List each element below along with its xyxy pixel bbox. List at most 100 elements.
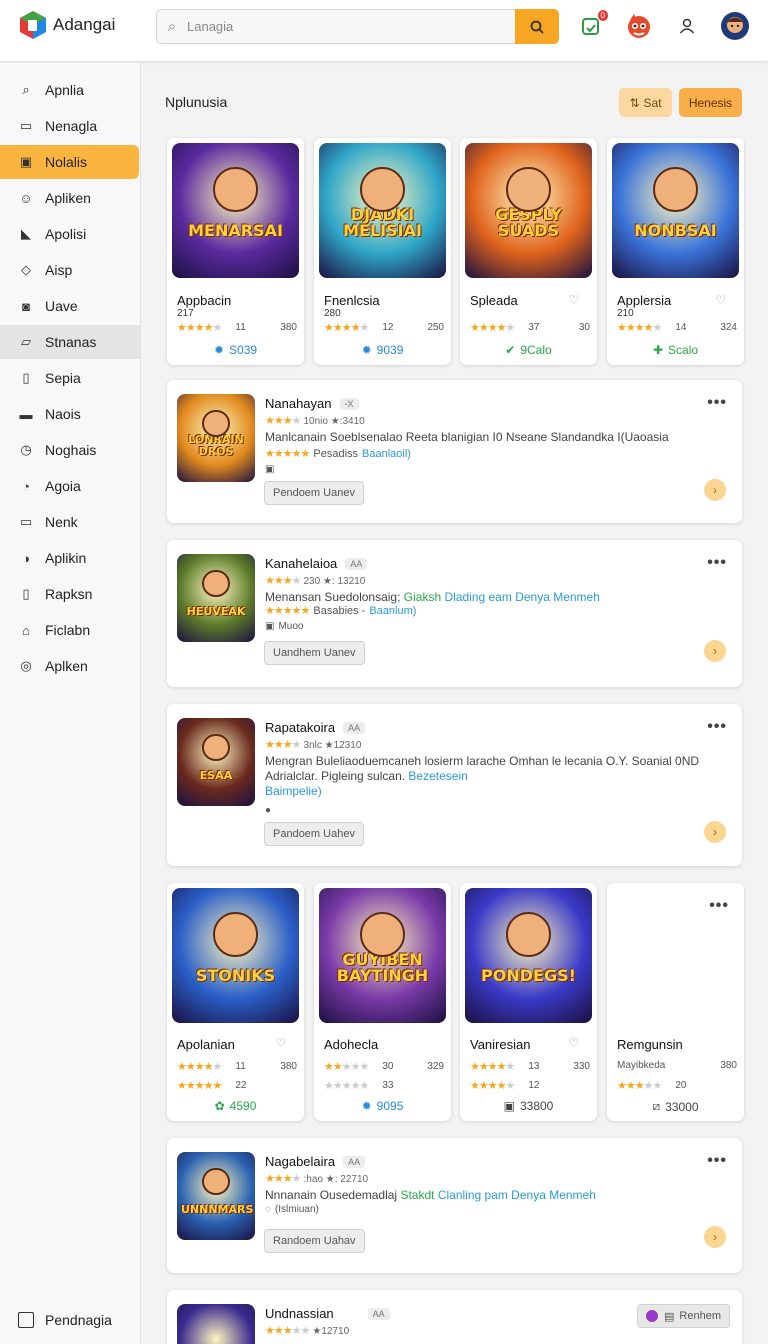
game-thumbnail[interactable]: NONBSAI: [612, 143, 739, 278]
sidebar-item-sepia[interactable]: ▯ Sepia: [0, 361, 140, 395]
avatar[interactable]: [720, 11, 750, 41]
list-title: Undnassian: [265, 1306, 334, 1321]
sidebar-item-agoia[interactable]: ◔ Agoia: [0, 469, 140, 503]
list-action-button[interactable]: ▤ Renhem: [637, 1304, 730, 1328]
game-card[interactable]: NONBSAI Applersia 210 ♡ ★★★★★ 14 324 ✚ Scalo: [607, 138, 744, 365]
more-options-icon[interactable]: •••: [709, 897, 729, 915]
sidebar-item-noghais[interactable]: ◷ Noghais: [0, 433, 140, 467]
price-tag[interactable]: ✹ S039: [167, 343, 304, 357]
game-thumbnail[interactable]: PONDEGS!: [465, 888, 592, 1023]
sidebar-item-apnlia[interactable]: ⌕ Apnlia: [0, 73, 140, 107]
more-options-icon[interactable]: •••: [707, 554, 727, 572]
character-icon: [360, 167, 405, 212]
list-card[interactable]: LONRAIN DROS Nanahayan -X ★★★★ 10nio ★:3410 M…: [167, 380, 742, 523]
game-thumbnail[interactable]: LONRAIN DROS: [177, 394, 255, 482]
desc-link[interactable]: Dlading eam Denya Menmeh: [444, 590, 599, 604]
price-tag[interactable]: ✚ Scalo: [607, 343, 744, 357]
list-card[interactable]: UNNNMARS Nagabelaira AA ★★★★:hao ★: 22710 Nn…: [167, 1138, 742, 1273]
game-card[interactable]: GUYIBEN BAYTINGH Adohecla ★★★★★ 30 329 ★★★★★ 3…: [314, 883, 451, 1121]
chevron-right-icon[interactable]: ›: [704, 821, 726, 843]
game-thumbnail[interactable]: GESPLY SUADS: [465, 143, 592, 278]
list-action-button[interactable]: Pandoem Uahev: [264, 822, 364, 846]
price-tag[interactable]: ▣ 33800: [460, 1099, 597, 1113]
list-card[interactable]: HEUVEAK Kanahelaioa AA ★★★★ 230 ★: 13210 Mena…: [167, 540, 742, 687]
game-title: Vaniresian: [470, 1037, 531, 1052]
rating-row-secondary: ★★★★★ 33: [324, 1079, 444, 1092]
sidebar-item-ficlabn[interactable]: ⌂ Ficlabn: [0, 613, 140, 647]
game-card[interactable]: DJADKI MELISIAI Fnenlcsia 280 ★★★★★ 12 250 ✹ 90…: [314, 138, 451, 365]
more-options-icon[interactable]: •••: [707, 1152, 727, 1170]
chevron-right-icon[interactable]: ›: [704, 640, 726, 662]
sidebar-item-rapksn[interactable]: ▯ Rapksn: [0, 577, 140, 611]
star-icon: ★: [487, 322, 498, 334]
list-card[interactable]: ESAA Rapatakoira AA ★★★★ 3nlc ★12310 Mengran …: [167, 704, 742, 866]
list-action-button[interactable]: Uandhem Uanev: [264, 641, 365, 665]
sidebar-item-aplikin[interactable]: ◑ Aplikin: [0, 541, 140, 575]
price-tag[interactable]: ✔ 9Calo: [460, 343, 597, 357]
sidebar-item-aplken[interactable]: ◎ Aplken: [0, 649, 140, 683]
desc-link[interactable]: Baimpelie): [265, 784, 322, 798]
desc-link[interactable]: Clanling pam Denya Menmeh: [438, 1188, 596, 1202]
sidebar-item-nolalis[interactable]: ▣ Nolalis: [0, 145, 139, 179]
sidebar-item-nenagla[interactable]: ▭ Nenagla: [0, 109, 140, 143]
sidebar-footer[interactable]: Pendnagia: [0, 1302, 140, 1338]
rating-link[interactable]: Baanlum): [369, 605, 416, 617]
game-thumbnail[interactable]: STONIKS: [172, 888, 299, 1023]
game-card[interactable]: Remgunsin ••• Mayibkeda 380 ★★★★★ 20 ⧄ 33000: [607, 883, 744, 1121]
heart-icon[interactable]: ♡: [275, 1036, 286, 1050]
star-rating: ★★★★: [265, 739, 301, 751]
desc-link[interactable]: Bezetesein: [408, 769, 467, 783]
more-options-icon[interactable]: •••: [707, 718, 727, 736]
game-card[interactable]: MENARSAI Appbacin 217 ★★★★★ 11 380 ✹ S039: [167, 138, 304, 365]
logo-icon: [20, 11, 46, 39]
star-icon: ★: [291, 448, 302, 460]
sidebar-item-stnanas[interactable]: ▱ Stnanas: [0, 325, 140, 359]
sidebar-item-apliken[interactable]: ☺ Apliken: [0, 181, 140, 215]
list-action-button[interactable]: Pendoem Uanev: [264, 481, 364, 505]
game-thumbnail[interactable]: HEUVEAK: [177, 554, 255, 642]
character-icon: [213, 912, 258, 957]
sidebar-item-uave[interactable]: ◙ Uave: [0, 289, 140, 323]
list-action-button[interactable]: Randoem Uahav: [264, 1229, 365, 1253]
game-thumbnail[interactable]: GUYIBEN BAYTINGH: [319, 888, 446, 1023]
heart-icon[interactable]: ♡: [568, 293, 579, 307]
game-title: Spleada: [470, 293, 518, 308]
info-icon: ▣: [265, 621, 275, 632]
profile-button[interactable]: [672, 11, 702, 41]
sort-button[interactable]: ⇅ Sat: [619, 88, 672, 117]
game-card[interactable]: PONDEGS! Vaniresian ♡ ★★★★★ 13 330 ★★★★★ 12 ▣ 338…: [460, 883, 597, 1121]
primary-button[interactable]: Henesis: [679, 88, 742, 117]
notifications-button[interactable]: 0: [576, 10, 608, 41]
game-card[interactable]: GESPLY SUADS Spleada ♡ ★★★★★ 37 30 ✔ 9Calo: [460, 138, 597, 365]
heart-icon[interactable]: ♡: [715, 293, 726, 307]
game-thumbnail[interactable]: UNNNMARS: [177, 1152, 255, 1240]
star-icon: ★: [350, 322, 361, 334]
price-tag[interactable]: ✹ 9039: [314, 343, 451, 357]
game-thumbnail[interactable]: DJADKI MELISIAI: [319, 143, 446, 278]
game-thumbnail[interactable]: [177, 1304, 255, 1344]
price-tag[interactable]: ✹ 9095: [314, 1099, 451, 1113]
game-thumbnail[interactable]: ESAA: [177, 718, 255, 806]
price-tag[interactable]: ✿ 4590: [167, 1099, 304, 1113]
folder-icon: ▱: [21, 334, 31, 349]
app-logo[interactable]: Adangai: [18, 10, 115, 40]
price-tag[interactable]: ⧄ 33000: [607, 1099, 744, 1114]
heart-icon[interactable]: ♡: [568, 1036, 579, 1050]
more-options-icon[interactable]: •••: [707, 394, 727, 412]
star-icon: ★: [359, 1061, 370, 1073]
sidebar-item-aisp[interactable]: ◇ Aisp: [0, 253, 140, 287]
star-icon: ★: [282, 1325, 293, 1337]
search-button[interactable]: [515, 9, 559, 44]
sidebar-item-nenk[interactable]: ▭ Nenk: [0, 505, 140, 539]
rating-link[interactable]: Baanlaoil): [362, 448, 411, 460]
sidebar-item-naois[interactable]: ▬ Naois: [0, 397, 140, 431]
game-card[interactable]: STONIKS Apolanian ♡ ★★★★★ 11 380 ★★★★★ 22 ✿ 4590: [167, 883, 304, 1121]
chevron-right-icon[interactable]: ›: [704, 1226, 726, 1248]
mascot-button[interactable]: [624, 11, 654, 41]
search-input[interactable]: [187, 11, 515, 42]
price-value: 33800: [519, 1099, 554, 1113]
chevron-right-icon[interactable]: ›: [704, 479, 726, 501]
game-thumbnail[interactable]: MENARSAI: [172, 143, 299, 278]
sidebar-item-apolisi[interactable]: ◣ Apolisi: [0, 217, 140, 251]
list-card[interactable]: Undnassian AA ★★★★★ ★12710 ▤ Renhem: [167, 1290, 742, 1344]
